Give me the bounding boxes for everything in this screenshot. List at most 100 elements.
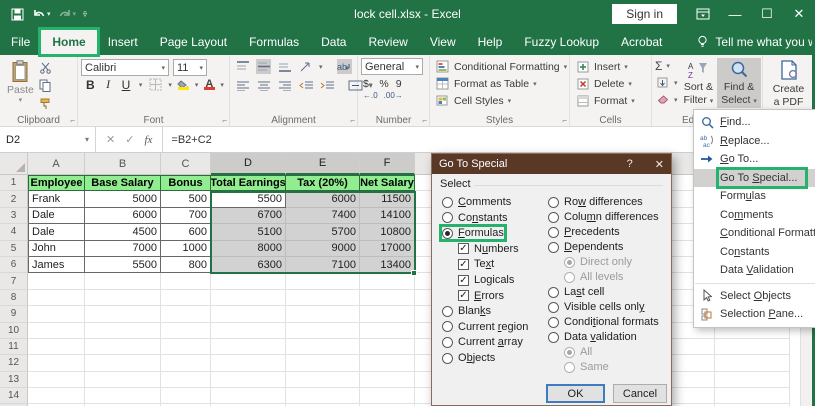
bold-button[interactable]: B — [83, 78, 98, 92]
cell-C14[interactable] — [161, 388, 211, 404]
row-header-6[interactable]: 6 — [0, 257, 28, 273]
formula-input[interactable]: =B2+C2 — [163, 127, 219, 152]
cell-C11[interactable] — [161, 339, 211, 355]
cancel-button[interactable]: Cancel — [613, 384, 667, 403]
tab-file[interactable]: File — [0, 30, 41, 54]
cell-K12[interactable] — [715, 355, 790, 371]
column-header-E[interactable]: E — [286, 153, 360, 175]
copy-icon[interactable] — [38, 78, 53, 93]
minimize-button[interactable]: — — [719, 0, 751, 28]
close-button[interactable]: ✕ — [783, 0, 815, 28]
underline-button[interactable]: U — [119, 78, 134, 92]
cell-C1[interactable]: Bonus — [161, 175, 211, 191]
cell-F1[interactable]: Net Salary — [360, 175, 415, 191]
option-objects[interactable]: Objects — [442, 352, 495, 364]
decrease-decimal-icon[interactable]: .00→ — [384, 91, 403, 100]
cell-E1[interactable]: Tax (20%) — [286, 175, 360, 191]
menu-item-data-validation[interactable]: Data Validation — [694, 261, 815, 280]
column-header-C[interactable]: C — [161, 153, 211, 175]
customize-qat-button[interactable]: ▿̄ — [83, 10, 87, 19]
cell-C10[interactable] — [161, 323, 211, 339]
name-box[interactable]: D2 ▾ — [0, 127, 96, 152]
cell-F4[interactable]: 10800 — [360, 224, 415, 240]
cell-D11[interactable] — [211, 339, 286, 355]
cell-C8[interactable] — [161, 290, 211, 306]
column-header-B[interactable]: B — [85, 153, 161, 175]
dialog-help-button[interactable]: ? — [627, 158, 633, 170]
row-header-10[interactable]: 10 — [0, 323, 28, 339]
option-data-validation[interactable]: Data validation — [548, 331, 637, 343]
row-header-13[interactable]: 13 — [0, 372, 28, 388]
percent-button[interactable]: % — [379, 78, 388, 90]
menu-item-conditional-formatting[interactable]: Conditional Formatting — [694, 224, 815, 243]
tab-page-layout[interactable]: Page Layout — [149, 30, 238, 54]
option-text[interactable]: ✓Text — [458, 258, 494, 270]
tab-acrobat[interactable]: Acrobat — [610, 30, 673, 54]
dialog-close-button[interactable]: ✕ — [655, 158, 664, 171]
option-dependents[interactable]: Dependents — [548, 241, 623, 253]
row-header-14[interactable]: 14 — [0, 388, 28, 404]
bottom-align-icon[interactable] — [277, 59, 292, 74]
cell-D5[interactable]: 8000 — [211, 241, 286, 257]
cell-F7[interactable] — [360, 273, 415, 289]
cell-C2[interactable]: 500 — [161, 191, 211, 207]
cell-A1[interactable]: Employee — [28, 175, 85, 191]
name-box-caret-icon[interactable]: ▾ — [85, 135, 89, 144]
tell-me-box[interactable]: Tell me what you want to do — [695, 34, 815, 49]
cell-E11[interactable] — [286, 339, 360, 355]
option-conditional-formats[interactable]: Conditional formats — [548, 316, 659, 328]
option-current-region[interactable]: Current region — [442, 321, 528, 333]
cell-D9[interactable] — [211, 306, 286, 322]
cell-A14[interactable] — [28, 388, 85, 404]
row-header-4[interactable]: 4 — [0, 224, 28, 240]
cell-F8[interactable] — [360, 290, 415, 306]
cell-D14[interactable] — [211, 388, 286, 404]
menu-item-replace[interactable]: abacReplace... — [694, 132, 815, 151]
cell-B6[interactable]: 5500 — [85, 257, 161, 273]
cell-D3[interactable]: 6700 — [211, 208, 286, 224]
cell-D8[interactable] — [211, 290, 286, 306]
cell-B10[interactable] — [85, 323, 161, 339]
font-launcher-icon[interactable]: ⌐ — [222, 116, 227, 125]
option-logicals[interactable]: ✓Logicals — [458, 274, 514, 286]
row-header-3[interactable]: 3 — [0, 208, 28, 224]
menu-item-constants[interactable]: Constants — [694, 243, 815, 262]
cell-A3[interactable]: Dale — [28, 208, 85, 224]
cell-E10[interactable] — [286, 323, 360, 339]
cell-B8[interactable] — [85, 290, 161, 306]
find-select-button[interactable]: Find &Select ▾ — [717, 58, 761, 108]
row-header-11[interactable]: 11 — [0, 339, 28, 355]
cell-E5[interactable]: 9000 — [286, 241, 360, 257]
option-constants[interactable]: Constants — [442, 212, 508, 224]
tab-data[interactable]: Data — [310, 30, 357, 54]
cell-D7[interactable] — [211, 273, 286, 289]
select-all-corner[interactable] — [0, 153, 28, 175]
tab-review[interactable]: Review — [357, 30, 418, 54]
cell-A11[interactable] — [28, 339, 85, 355]
fill-button[interactable]: ▾ — [655, 75, 678, 90]
option-precedents[interactable]: Precedents — [548, 226, 620, 238]
wrap-text-icon[interactable]: ab — [337, 59, 352, 74]
cell-B12[interactable] — [85, 355, 161, 371]
row-header-8[interactable]: 8 — [0, 290, 28, 306]
cell-E4[interactable]: 5700 — [286, 224, 360, 240]
cell-E12[interactable] — [286, 355, 360, 371]
cell-A8[interactable] — [28, 290, 85, 306]
cell-B1[interactable]: Base Salary — [85, 175, 161, 191]
font-size-combo[interactable]: 11▾ — [173, 59, 207, 76]
align-center-icon[interactable] — [256, 78, 271, 93]
cell-C3[interactable]: 700 — [161, 208, 211, 224]
tab-help[interactable]: Help — [467, 30, 514, 54]
cell-A5[interactable]: John — [28, 241, 85, 257]
cell-F10[interactable] — [360, 323, 415, 339]
cell-B9[interactable] — [85, 306, 161, 322]
cell-A12[interactable] — [28, 355, 85, 371]
tab-home[interactable]: Home — [41, 30, 96, 54]
ok-button[interactable]: OK — [546, 384, 605, 403]
cell-F6[interactable]: 13400 — [360, 257, 415, 273]
styles-launcher-icon[interactable]: ⌐ — [562, 116, 567, 125]
cell-D13[interactable] — [211, 372, 286, 388]
cell-E6[interactable]: 7100 — [286, 257, 360, 273]
cell-B11[interactable] — [85, 339, 161, 355]
format-cells-button[interactable]: Format▾ — [573, 92, 648, 109]
